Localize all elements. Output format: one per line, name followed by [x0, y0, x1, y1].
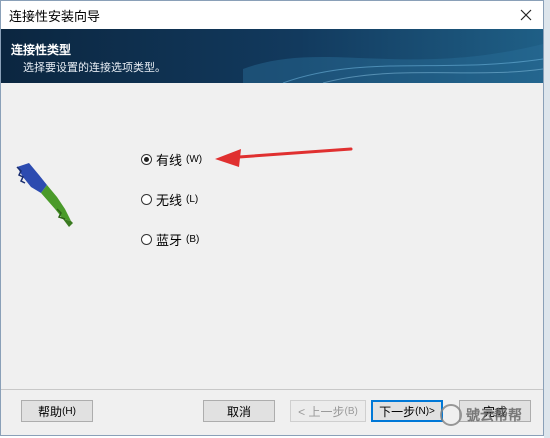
help-button[interactable]: 帮助 (H): [21, 400, 93, 422]
watermark: 號云帮帮: [440, 398, 550, 432]
cancel-button-label: 取消: [226, 404, 251, 419]
radio-wired-hotkey: (W): [186, 154, 203, 165]
back-button[interactable]: < 上一步 (B): [290, 400, 366, 422]
radio-wireless-label: 无线: [156, 193, 183, 208]
wizard-dialog: 连接性安装向导 连接性类型 选择要设置的连接选项类型。 有线 (W) 无线 (L): [0, 0, 544, 436]
radio-bluetooth[interactable]: 蓝牙 (B): [141, 230, 199, 249]
cancel-button[interactable]: 取消: [203, 400, 275, 422]
title-bar: 连接性安装向导: [1, 1, 543, 29]
back-button-hotkey: (B): [344, 405, 358, 417]
radio-bluetooth-indicator[interactable]: [141, 234, 152, 245]
banner-subtitle: 选择要设置的连接选项类型。: [23, 62, 166, 74]
radio-wired-label: 有线: [156, 153, 183, 168]
header-banner: 连接性类型 选择要设置的连接选项类型。: [1, 29, 543, 83]
next-button-label: 下一步: [379, 404, 416, 419]
watermark-logo-icon: [440, 404, 462, 426]
content-area: [1, 83, 543, 389]
next-button[interactable]: 下一步 (N)>: [371, 400, 443, 422]
connector-logo-icon: [16, 163, 73, 227]
radio-wired[interactable]: 有线 (W): [141, 150, 202, 169]
close-button[interactable]: [509, 1, 543, 29]
back-button-label: < 上一步: [298, 404, 345, 419]
window-title: 连接性安装向导: [9, 8, 101, 24]
banner-decoration: [243, 44, 543, 83]
radio-wireless-indicator[interactable]: [141, 194, 152, 205]
background-strip: [544, 0, 550, 438]
banner-title: 连接性类型: [11, 43, 72, 57]
radio-wired-indicator[interactable]: [141, 154, 152, 165]
radio-wireless-hotkey: (L): [186, 194, 199, 205]
close-icon: [520, 9, 532, 21]
radio-bluetooth-label: 蓝牙: [156, 233, 183, 248]
watermark-text: 號云帮帮: [466, 407, 522, 423]
annotation-arrow-icon: [215, 147, 353, 167]
next-button-hotkey: (N)>: [415, 405, 435, 417]
help-button-hotkey: (H): [62, 405, 76, 417]
help-button-label: 帮助: [38, 404, 63, 419]
radio-wireless[interactable]: 无线 (L): [141, 190, 198, 209]
footer-separator: [1, 389, 543, 390]
radio-bluetooth-hotkey: (B): [186, 234, 200, 245]
